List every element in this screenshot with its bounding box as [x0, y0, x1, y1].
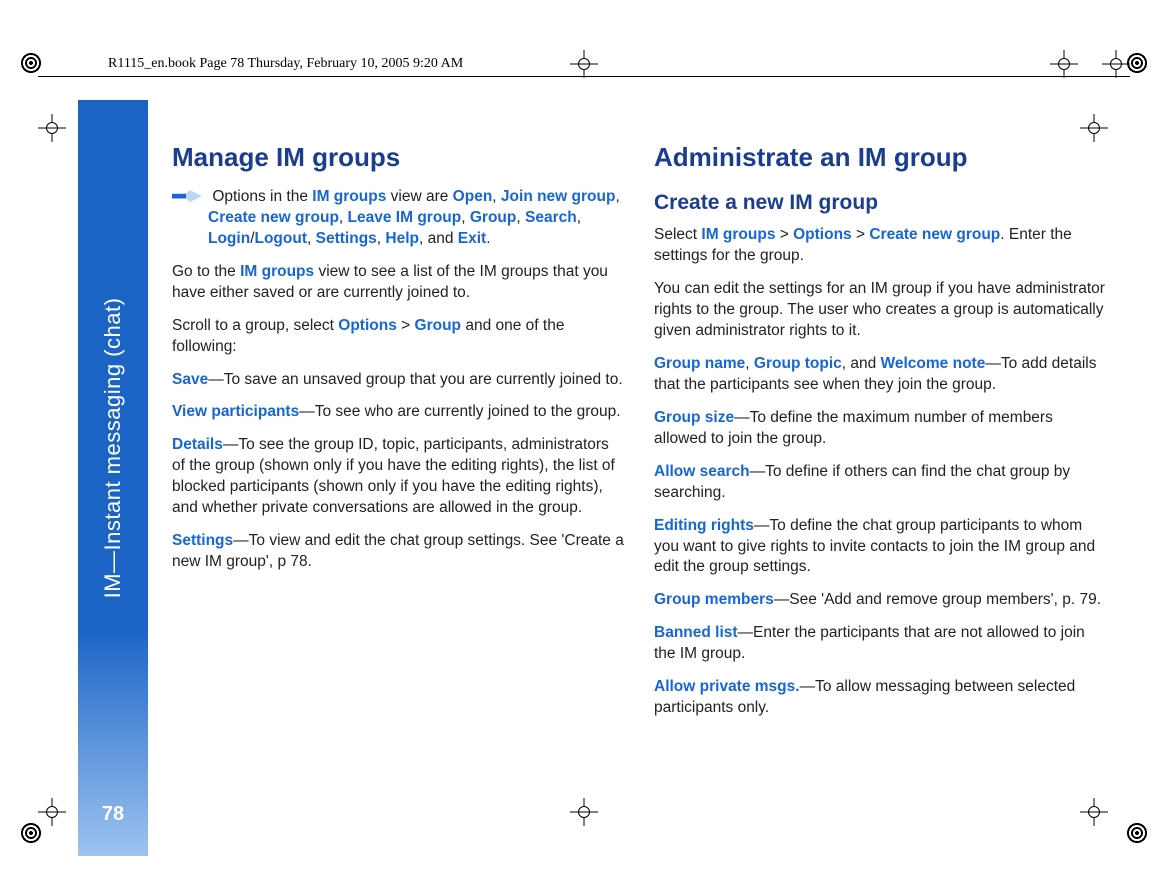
- term-im-groups: IM groups: [701, 226, 775, 243]
- opt-help: Help: [385, 230, 419, 247]
- page-root: R1115_en.book Page 78 Thursday, February…: [0, 0, 1168, 896]
- text: Options in the: [212, 188, 312, 205]
- text: >: [397, 317, 415, 334]
- opt-login: Login: [208, 230, 250, 247]
- term-save: Save: [172, 371, 208, 388]
- chapter-label: IM—Instant messaging (chat): [100, 297, 126, 598]
- text: Select: [654, 226, 701, 243]
- group-members-item: Group members—See 'Add and remove group …: [654, 590, 1108, 611]
- options-list-paragraph: Options in the IM groups view are Open, …: [172, 187, 626, 250]
- page-number: 78: [102, 803, 124, 826]
- crop-cross-icon: [1050, 50, 1078, 78]
- term-options: Options: [338, 317, 397, 334]
- banned-list-item: Banned list—Enter the participants that …: [654, 623, 1108, 665]
- header-rule: [38, 76, 1130, 77]
- term-options: Options: [793, 226, 852, 243]
- text: —To save an unsaved group that you are c…: [208, 371, 622, 388]
- text: .: [486, 230, 490, 247]
- editing-rights-item: Editing rights—To define the chat group …: [654, 516, 1108, 579]
- term-banned-list: Banned list: [654, 624, 738, 641]
- opt-group: Group: [470, 209, 517, 226]
- text: ,: [745, 355, 754, 372]
- opt-create-new-group: Create new group: [208, 209, 339, 226]
- crop-cross-icon: [38, 114, 66, 142]
- text: —To see the group ID, topic, participant…: [172, 436, 615, 516]
- opt-settings: Settings: [316, 230, 377, 247]
- text: >: [852, 226, 870, 243]
- group-name-topic-note-item: Group name, Group topic, and Welcome not…: [654, 354, 1108, 396]
- heading-create-new-group: Create a new IM group: [654, 189, 1108, 217]
- term-welcome-note: Welcome note: [881, 355, 986, 372]
- allow-private-msgs-item: Allow private msgs.—To allow messaging b…: [654, 677, 1108, 719]
- options-glyph-icon: [172, 190, 202, 202]
- term-details: Details: [172, 436, 223, 453]
- chapter-sidebar: IM—Instant messaging (chat) 78: [78, 100, 148, 856]
- opt-logout: Logout: [255, 230, 308, 247]
- column-right: Administrate an IM group Create a new IM…: [654, 140, 1108, 836]
- term-im-groups: IM groups: [240, 263, 314, 280]
- opt-leave-im-group: Leave IM group: [348, 209, 462, 226]
- text: view are: [386, 188, 452, 205]
- term-allow-private-msgs: Allow private msgs.: [654, 678, 800, 695]
- term-group-size: Group size: [654, 409, 734, 426]
- admin-rights-paragraph: You can edit the settings for an IM grou…: [654, 279, 1108, 342]
- opt-open: Open: [453, 188, 493, 205]
- crop-cross-icon: [1080, 114, 1108, 142]
- text: —To view and edit the chat group setting…: [172, 532, 624, 570]
- text: , and: [842, 355, 881, 372]
- running-header: R1115_en.book Page 78 Thursday, February…: [108, 56, 463, 72]
- content-columns: Manage IM groups Options in the IM group…: [172, 140, 1108, 836]
- term-editing-rights: Editing rights: [654, 517, 754, 534]
- term-allow-search: Allow search: [654, 463, 750, 480]
- select-paragraph: Select IM groups > Options > Create new …: [654, 225, 1108, 267]
- view-participants-item: View participants—To see who are current…: [172, 402, 626, 423]
- scroll-paragraph: Scroll to a group, select Options > Grou…: [172, 316, 626, 358]
- term-create-new-group: Create new group: [869, 226, 1000, 243]
- text: —To see who are currently joined to the …: [299, 403, 620, 420]
- settings-item: Settings—To view and edit the chat group…: [172, 531, 626, 573]
- opt-search: Search: [525, 209, 577, 226]
- opt-join-new-group: Join new group: [501, 188, 616, 205]
- text: >: [775, 226, 793, 243]
- heading-administrate-group: Administrate an IM group: [654, 140, 1108, 175]
- goto-paragraph: Go to the IM groups view to see a list o…: [172, 262, 626, 304]
- opt-exit: Exit: [458, 230, 486, 247]
- text: —See 'Add and remove group members', p. …: [774, 591, 1101, 608]
- group-size-item: Group size—To define the maximum number …: [654, 408, 1108, 450]
- crop-cross-icon: [1102, 50, 1130, 78]
- regmark-tl-icon: [20, 52, 42, 74]
- heading-manage-groups: Manage IM groups: [172, 140, 626, 175]
- term-view-participants: View participants: [172, 403, 299, 420]
- term-group-name: Group name: [654, 355, 745, 372]
- column-left: Manage IM groups Options in the IM group…: [172, 140, 626, 836]
- crop-cross-icon: [570, 50, 598, 78]
- term-group-topic: Group topic: [754, 355, 842, 372]
- term-group-members: Group members: [654, 591, 774, 608]
- text: Scroll to a group, select: [172, 317, 338, 334]
- term-settings: Settings: [172, 532, 233, 549]
- allow-search-item: Allow search—To define if others can fin…: [654, 462, 1108, 504]
- term-group: Group: [415, 317, 462, 334]
- crop-cross-icon: [38, 798, 66, 826]
- term-im-groups: IM groups: [312, 188, 386, 205]
- save-item: Save—To save an unsaved group that you a…: [172, 370, 626, 391]
- details-item: Details—To see the group ID, topic, part…: [172, 435, 626, 519]
- regmark-br-icon: [1126, 822, 1148, 844]
- text: Go to the: [172, 263, 240, 280]
